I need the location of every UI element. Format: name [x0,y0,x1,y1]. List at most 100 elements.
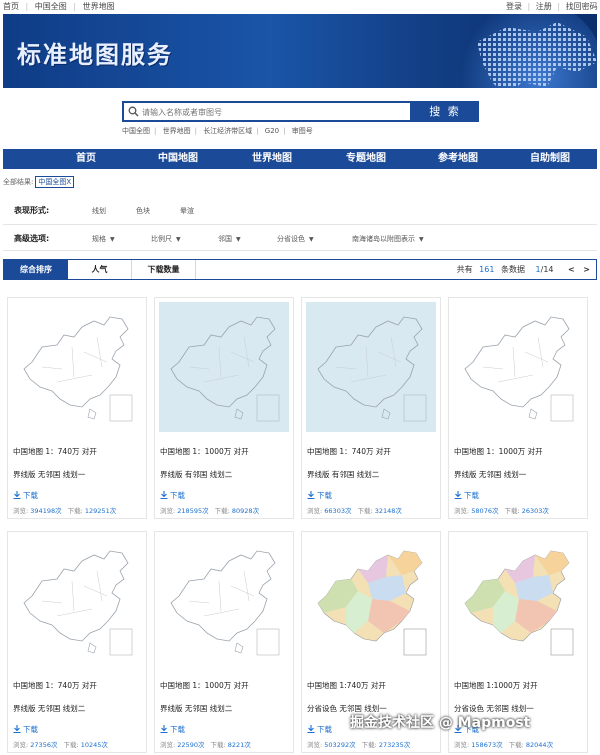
dropdown-scale[interactable]: 比例尺 ▼ [151,234,181,244]
map-title[interactable]: 中国地图 1:740万 对开 [307,680,386,691]
views-label: 浏览: [307,507,323,515]
dropdown-province-color[interactable]: 分省设色 ▼ [277,234,314,244]
download-label: 下载 [464,491,479,500]
map-card[interactable]: 中国地图 1：1000万 对开 界线版 无邻国 线划一 下载 浏览: 58076次 下载… [448,297,588,519]
divider: | [25,2,29,11]
nav-china-map[interactable]: 中国地图 [143,149,213,169]
map-thumbnail[interactable] [453,536,583,666]
nav-reference-map[interactable]: 参考地图 [423,149,493,169]
caret-down-icon: ▼ [419,236,424,243]
filter-option-line[interactable]: 线划 [92,206,106,216]
next-page-button[interactable]: > [583,260,590,279]
map-title[interactable]: 中国地图 1：740万 对开 [13,680,97,691]
search-button[interactable]: 搜 索 [411,101,479,122]
breadcrumb-filter-tag[interactable]: 中国全图X [35,176,75,188]
map-card[interactable]: 中国地图 1：740万 对开 界线版 无邻国 线划一 下载 浏览: 394198次 下载… [7,297,147,519]
dropdown-size[interactable]: 规格 ▼ [92,234,115,244]
download-label: 下载 [170,725,185,734]
download-icon [160,725,168,734]
download-link[interactable]: 下载 [13,490,38,501]
map-title[interactable]: 中国地图 1：740万 对开 [307,446,391,457]
top-links-left: 首页 | 中国全图 | 世界地图 [3,0,115,14]
prev-page-button[interactable]: < [568,260,575,279]
views-count: 394198次 [30,507,62,515]
watermark: 掘金技术社区 @ Mapmost [350,715,531,731]
login-link[interactable]: 登录 [506,0,522,14]
downloads-count: 8221次 [227,741,251,749]
download-icon [160,491,168,500]
recover-password-link[interactable]: 找回密码 [566,0,598,14]
total-prefix: 共有 [456,265,473,274]
nav-custom-map[interactable]: 自助制图 [515,149,585,169]
search-box [122,101,412,122]
nav-world-map[interactable]: 世界地图 [237,149,307,169]
top-link-home[interactable]: 首页 [3,0,19,14]
map-thumbnail[interactable] [306,302,436,432]
download-label: 下载 [317,725,332,734]
map-subtitle: 界线版 无邻国 线划一 [13,470,86,479]
quick-link-china[interactable]: 中国全图 [122,127,150,135]
quick-link-yangtze[interactable]: 长江经济带区域 [203,127,252,135]
divider: | [73,2,77,11]
total-suffix: 条数据 [500,265,525,274]
register-link[interactable]: 注册 [536,0,552,14]
quick-link-world[interactable]: 世界地图 [163,127,191,135]
tab-comprehensive[interactable]: 综合排序 [4,260,68,279]
globe-graphic [460,14,597,88]
download-link[interactable]: 下载 [160,724,185,735]
divider [3,250,597,251]
card-stats: 浏览: 158673次 下载: 82044次 [454,739,553,749]
search-input[interactable] [142,105,402,119]
filter-option-color-block[interactable]: 色块 [136,206,150,216]
download-link[interactable]: 下载 [454,490,479,501]
views-count: 158673次 [471,741,503,749]
advanced-filter-label: 高级选项: [14,234,50,243]
downloads-label: 下载: [357,507,373,515]
map-title[interactable]: 中国地图 1:1000万 对开 [454,680,538,691]
quick-link-g20[interactable]: G20 [265,127,279,135]
download-link[interactable]: 下载 [307,724,332,735]
search-icon [128,106,139,117]
views-count: 218595次 [177,507,209,515]
map-card[interactable]: 中国地图 1：1000万 对开 界线版 无邻国 线划二 下载 浏览: 22590次 下载… [154,531,294,753]
map-thumbnail[interactable] [159,302,289,432]
tab-popularity[interactable]: 人气 [68,260,132,279]
map-title[interactable]: 中国地图 1：740万 对开 [13,446,97,457]
map-card[interactable]: 中国地图 1：740万 对开 界线版 有邻国 线划二 下载 浏览: 66303次 下载:… [301,297,441,519]
nav-thematic-map[interactable]: 专题地图 [331,149,401,169]
downloads-count: 32148次 [374,507,402,515]
download-link[interactable]: 下载 [307,490,332,501]
download-icon [307,725,315,734]
map-title[interactable]: 中国地图 1：1000万 对开 [454,446,543,457]
map-thumbnail[interactable] [12,536,142,666]
map-card[interactable]: 中国地图 1：1000万 对开 界线版 有邻国 线划二 下载 浏览: 218595次下… [154,297,294,519]
card-stats: 浏览: 503292次 下载: 273235次 [307,739,410,749]
map-title[interactable]: 中国地图 1：1000万 对开 [160,680,249,691]
views-label: 浏览: [160,507,176,515]
views-label: 浏览: [454,507,470,515]
downloads-count: 129251次 [84,507,117,515]
download-label: 下载 [170,491,185,500]
download-link[interactable]: 下载 [160,490,185,501]
map-thumbnail[interactable] [306,536,436,666]
map-thumbnail[interactable] [12,302,142,432]
card-stats: 浏览: 58076次 下载: 26303次 [454,505,549,515]
downloads-label: 下载: [214,507,230,515]
map-thumbnail[interactable] [159,536,289,666]
quick-link-review-number[interactable]: 审图号 [292,127,313,135]
download-link[interactable]: 下载 [13,724,38,735]
map-thumbnail[interactable] [453,302,583,432]
map-card[interactable]: 中国地图 1：740万 对开 界线版 无邻国 线划二 下载 浏览: 27356次 下载:… [7,531,147,753]
nav-home[interactable]: 首页 [51,149,121,169]
top-link-china-map[interactable]: 中国全图 [35,0,67,14]
dropdown-south-china-sea[interactable]: 南海诸岛以附图表示 ▼ [352,234,424,244]
map-title[interactable]: 中国地图 1：1000万 对开 [160,446,249,457]
dropdown-neighbors[interactable]: 邻国 ▼ [218,234,241,244]
banner: 标准地图服务 [3,14,597,88]
filter-option-shading[interactable]: 晕渲 [180,206,194,216]
downloads-count: 273235次 [378,741,411,749]
top-link-world-map[interactable]: 世界地图 [83,0,115,14]
tab-downloads[interactable]: 下载数量 [132,260,196,279]
download-icon [454,491,462,500]
divider [3,224,597,225]
